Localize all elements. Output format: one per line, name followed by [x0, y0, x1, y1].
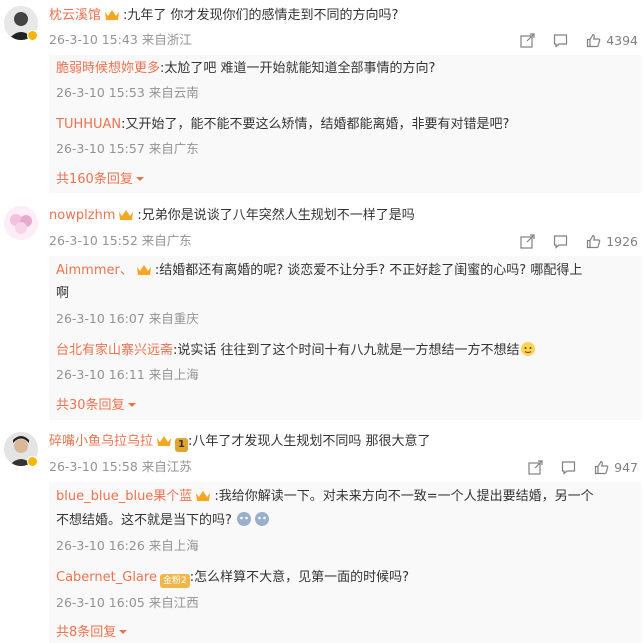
share-button[interactable]	[520, 233, 535, 249]
comment-meta: 26-3-10 15:43 来自浙江	[49, 32, 192, 47]
reply-text: :又开始了，能不能不要这么矫情，结婚都能离婚，非要有对错是吧?	[121, 117, 510, 132]
share-icon	[520, 233, 535, 249]
share-icon	[528, 459, 543, 475]
vip-crown-icon	[136, 263, 152, 282]
comment-actions: 947	[528, 458, 638, 476]
avatar[interactable]	[4, 206, 38, 240]
chevron-down-icon	[119, 630, 128, 634]
comment-button[interactable]	[553, 33, 568, 48]
chevron-down-icon	[135, 177, 144, 181]
reply-meta: 26-3-10 16:07 来自重庆	[56, 311, 199, 326]
reply-text: :说实话 往往到了这个时间十有八九就是一方想结一方不想结	[173, 343, 520, 358]
share-button[interactable]	[528, 459, 543, 475]
reply-text: :怎么样算不大意，见第一面的时候吗?	[189, 570, 409, 585]
vip-badge-icon	[27, 456, 38, 467]
reply-author[interactable]: Cabernet_Glare	[56, 570, 157, 585]
comment-author[interactable]: 枕云溪馆	[49, 8, 101, 23]
comment-icon	[554, 33, 568, 48]
comment-button[interactable]	[553, 234, 568, 249]
comment-actions: 1926	[520, 232, 638, 250]
like-icon	[587, 33, 601, 47]
reply-text-continued: 啊	[56, 286, 70, 301]
reply-item: 台北有家山寨兴远斋:说实话 往往到了这个时间十有八九就是一方想结一方不想结	[56, 341, 536, 363]
reply-item: TUHHUAN:又开始了，能不能不要这么矫情，结婚都能离婚，非要有对错是吧?	[56, 116, 509, 134]
reply-list: Aimmmer、 :结婚都还有离婚的呢? 谈恋爱不让分手? 不正好趁了闺蜜的心吗?…	[49, 256, 641, 420]
reply-text: :结婚都还有离婚的呢? 谈恋爱不让分手? 不正好趁了闺蜜的心吗? 哪配得上	[154, 263, 583, 278]
vip-crown-icon	[104, 8, 120, 27]
fan-badge: 金粉2	[159, 574, 190, 588]
comment-icon	[554, 234, 568, 249]
like-button[interactable]: 1926	[586, 234, 638, 249]
reply-item-continued: 不想结婚。这不就是当下的吗?	[56, 511, 270, 533]
more-replies-link[interactable]: 共30条回复	[56, 397, 137, 415]
like-button[interactable]: 4394	[586, 33, 638, 48]
comment-thread: 枕云溪馆 :九年了 你才发现你们的感情走到不同的方向吗? 26-3-10 15:4…	[0, 0, 644, 643]
reply-author[interactable]: Aimmmer、	[56, 263, 133, 278]
vip-crown-icon	[118, 208, 134, 227]
reply-author[interactable]: blue_blue_blue果个蓝	[56, 489, 192, 504]
comment-icon	[562, 460, 576, 475]
emoji-icon	[520, 341, 536, 363]
reply-meta: 26-3-10 15:57 来自广东	[56, 141, 199, 156]
emoji-icon	[236, 511, 252, 533]
like-count: 4394	[606, 32, 638, 48]
more-replies-link[interactable]: 共8条回复	[56, 624, 128, 642]
like-count: 1926	[606, 233, 638, 249]
reply-text: :我给你解读一下。对未来方向不一致=一个人提出要结婚，另一个	[214, 489, 594, 504]
comment-author[interactable]: nowplzhm	[49, 208, 115, 223]
reply-meta: 26-3-10 15:53 来自云南	[56, 85, 199, 100]
reply-text: :太尬了吧 难道一开始就能知道全部事情的方向?	[160, 61, 436, 76]
chevron-down-icon	[127, 403, 136, 407]
comment-button[interactable]	[561, 460, 576, 475]
reply-meta: 26-3-10 16:05 来自江西	[56, 595, 199, 610]
level-badge: 1	[175, 438, 188, 452]
comment-meta: 26-3-10 15:58 来自江苏	[49, 459, 192, 474]
emoji-icon	[254, 511, 270, 533]
more-replies-link[interactable]: 共160条回复	[56, 171, 145, 189]
like-icon	[587, 234, 601, 248]
reply-meta: 26-3-10 16:26 来自上海	[56, 538, 199, 553]
comment-meta: 26-3-10 15:52 来自广东	[49, 233, 192, 248]
comment-actions: 4394	[520, 31, 638, 49]
reply-list: 脆弱時候想妳更多:太尬了吧 难道一开始就能知道全部事情的方向? 26-3-10 …	[49, 55, 641, 193]
reply-meta: 26-3-10 16:11 来自上海	[56, 367, 199, 382]
reply-author[interactable]: 脆弱時候想妳更多	[56, 61, 160, 76]
comment-text: :八年了才发现人生规划不同吗 那很大意了	[187, 434, 431, 449]
comment-author[interactable]: 碎嘴小鱼乌拉乌拉	[49, 434, 153, 449]
reply-author[interactable]: 台北有家山寨兴远斋	[56, 343, 173, 358]
reply-item: blue_blue_blue果个蓝 :我给你解读一下。对未来方向不一致=一个人提出…	[56, 488, 594, 508]
reply-text-continued: 不想结婚。这不就是当下的吗?	[56, 513, 232, 528]
vip-crown-icon	[195, 489, 211, 508]
like-button[interactable]: 947	[594, 460, 638, 475]
reply-item: 脆弱時候想妳更多:太尬了吧 难道一开始就能知道全部事情的方向?	[56, 60, 435, 78]
reply-item: Aimmmer、 :结婚都还有离婚的呢? 谈恋爱不让分手? 不正好趁了闺蜜的心吗?…	[56, 262, 582, 282]
comment-text: :九年了 你才发现你们的感情走到不同的方向吗?	[123, 8, 399, 23]
comment-text: :兄弟你是说谈了八年突然人生规划不一样了是吗	[137, 208, 415, 223]
reply-author[interactable]: TUHHUAN	[56, 117, 121, 132]
like-icon	[595, 460, 609, 474]
like-count: 947	[614, 459, 638, 475]
vip-badge-icon	[27, 30, 38, 41]
vip-crown-icon	[156, 434, 172, 453]
reply-item: Cabernet_Glare 金粉2:怎么样算不大意，见第一面的时候吗?	[56, 569, 409, 588]
reply-list: blue_blue_blue果个蓝 :我给你解读一下。对未来方向不一致=一个人提出…	[49, 482, 641, 643]
share-icon	[520, 32, 535, 48]
share-button[interactable]	[520, 32, 535, 48]
